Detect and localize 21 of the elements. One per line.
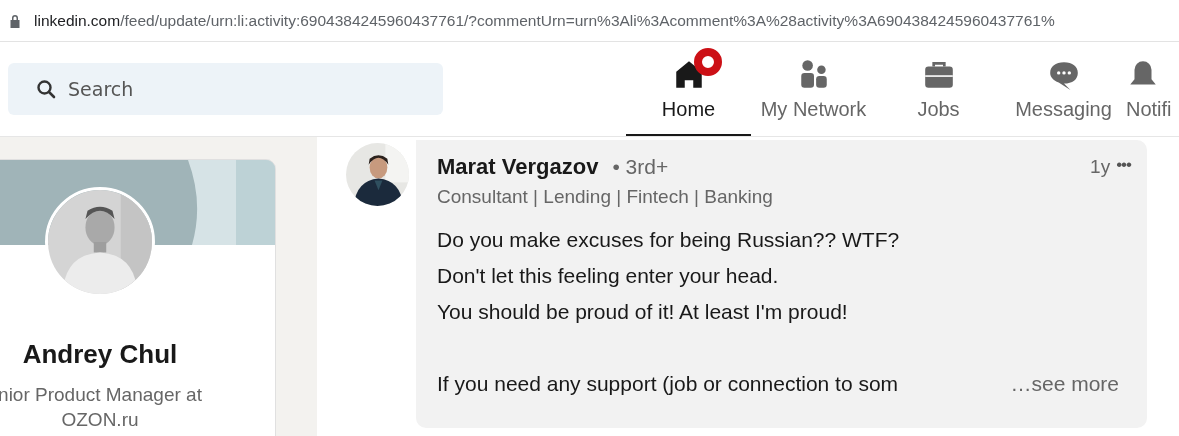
comment-time: 1y: [1090, 156, 1111, 178]
comment-text: If you need any support (job or connection to som: [437, 371, 899, 397]
connection-degree: • 3rd+: [612, 155, 669, 179]
nav-tab[interactable]: Messaging: [1001, 42, 1126, 136]
nav-tab[interactable]: Notifi: [1126, 42, 1179, 136]
see-more-link[interactable]: …see more: [1010, 366, 1119, 402]
nav-tab[interactable]: Jobs: [876, 42, 1001, 136]
lock-icon: [9, 13, 21, 28]
profile-name[interactable]: Andrey Chul: [22, 339, 178, 370]
nav-tab[interactable]: My Network: [751, 42, 876, 136]
author-name[interactable]: Marat Vergazov: [437, 154, 599, 180]
profile-headline: nior Product Manager at: [0, 383, 202, 407]
author-headline: Consultant | Lending | Fintech | Banking: [437, 186, 774, 208]
profile-headline: OZON.ru: [61, 408, 139, 432]
comment-text: Don't let this feeling enter your head.: [437, 263, 779, 289]
more-options-button[interactable]: •••: [1116, 155, 1131, 179]
comment-text: Do you make excuses for being Russian?? WTF?: [437, 227, 900, 253]
address-bar-url[interactable]: linkedin.com/feed/update/urn:li:activity:6904384245960437761/?commentUrn=urn%3Ali%3Acomment%3A%28activity%3A6904384245960437761%: [34, 11, 1055, 30]
search-field[interactable]: Search: [8, 63, 443, 115]
comment-text: You should be proud of it! At least I'm proud!: [437, 299, 848, 325]
nav-tab[interactable]: Home: [626, 42, 751, 136]
